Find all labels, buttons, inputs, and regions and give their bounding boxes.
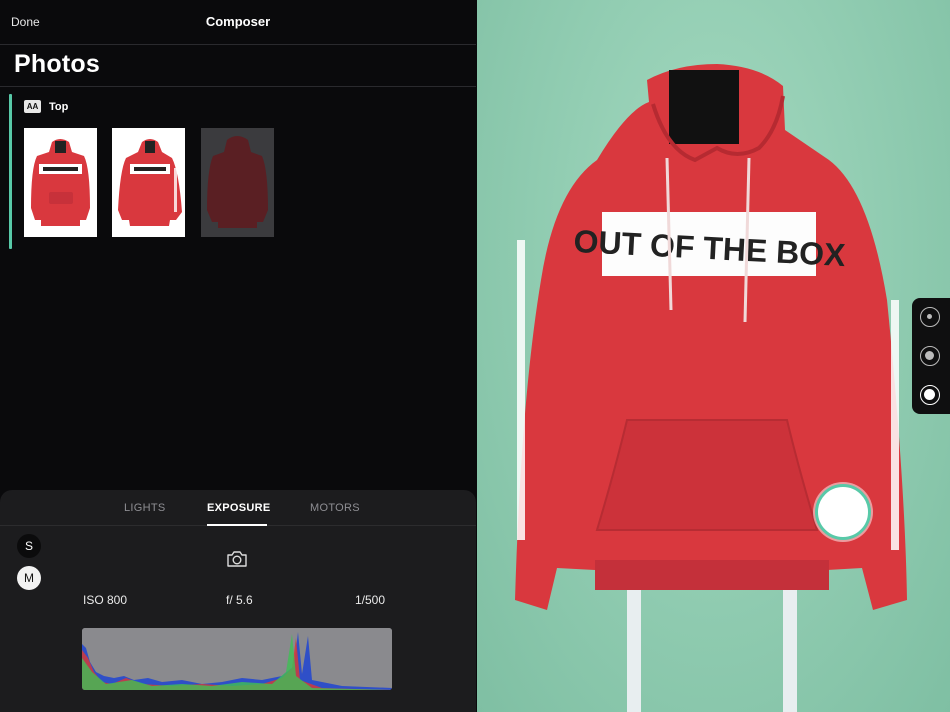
top-bar: Done Composer — [0, 0, 476, 45]
section-label[interactable]: Top — [49, 101, 68, 113]
tab-lights[interactable]: LIGHTS — [124, 502, 166, 514]
histogram — [82, 628, 392, 690]
side-option-small-icon[interactable] — [920, 307, 940, 327]
hoodie-side-image — [118, 139, 182, 226]
hoodie-preview-image: OUT OF THE BOX — [515, 64, 907, 712]
iso-value[interactable]: ISO 800 — [83, 593, 127, 607]
active-tab-indicator — [207, 524, 267, 526]
camera-icon[interactable] — [226, 550, 248, 568]
photo-thumbnail[interactable] — [112, 128, 185, 237]
hoodie-back-image — [201, 128, 274, 237]
shutter-speed-value[interactable]: 1/500 — [355, 593, 385, 607]
side-option-medium-icon[interactable] — [920, 346, 940, 366]
camera-settings-panel: LIGHTS EXPOSURE MOTORS S M ISO 800 f/ 5.… — [0, 490, 476, 712]
side-option-large-icon[interactable] — [920, 385, 940, 405]
tab-motors[interactable]: MOTORS — [310, 502, 360, 514]
aperture-value[interactable]: f/ 5.6 — [226, 593, 253, 607]
photo-thumbnail[interactable] — [24, 128, 97, 237]
divider — [0, 86, 476, 87]
section-badge: AA — [24, 100, 41, 113]
composer-panel: Done Composer Photos AA Top LIGHTS EXPOS… — [0, 0, 476, 712]
tab-exposure[interactable]: EXPOSURE — [207, 502, 271, 514]
page-title: Photos — [14, 50, 100, 78]
camera-preview: OUT OF THE BOX — [477, 0, 950, 712]
hoodie-front-image — [31, 139, 90, 226]
shutter-button[interactable] — [815, 484, 871, 540]
section-accent-bar — [9, 94, 12, 249]
settings-tabs: LIGHTS EXPOSURE MOTORS — [0, 490, 476, 526]
side-options — [912, 298, 950, 414]
mode-s-button[interactable]: S — [17, 534, 41, 558]
composer-title: Composer — [205, 14, 271, 29]
photo-thumbnail[interactable] — [201, 128, 274, 237]
mode-m-button[interactable]: M — [17, 566, 41, 590]
